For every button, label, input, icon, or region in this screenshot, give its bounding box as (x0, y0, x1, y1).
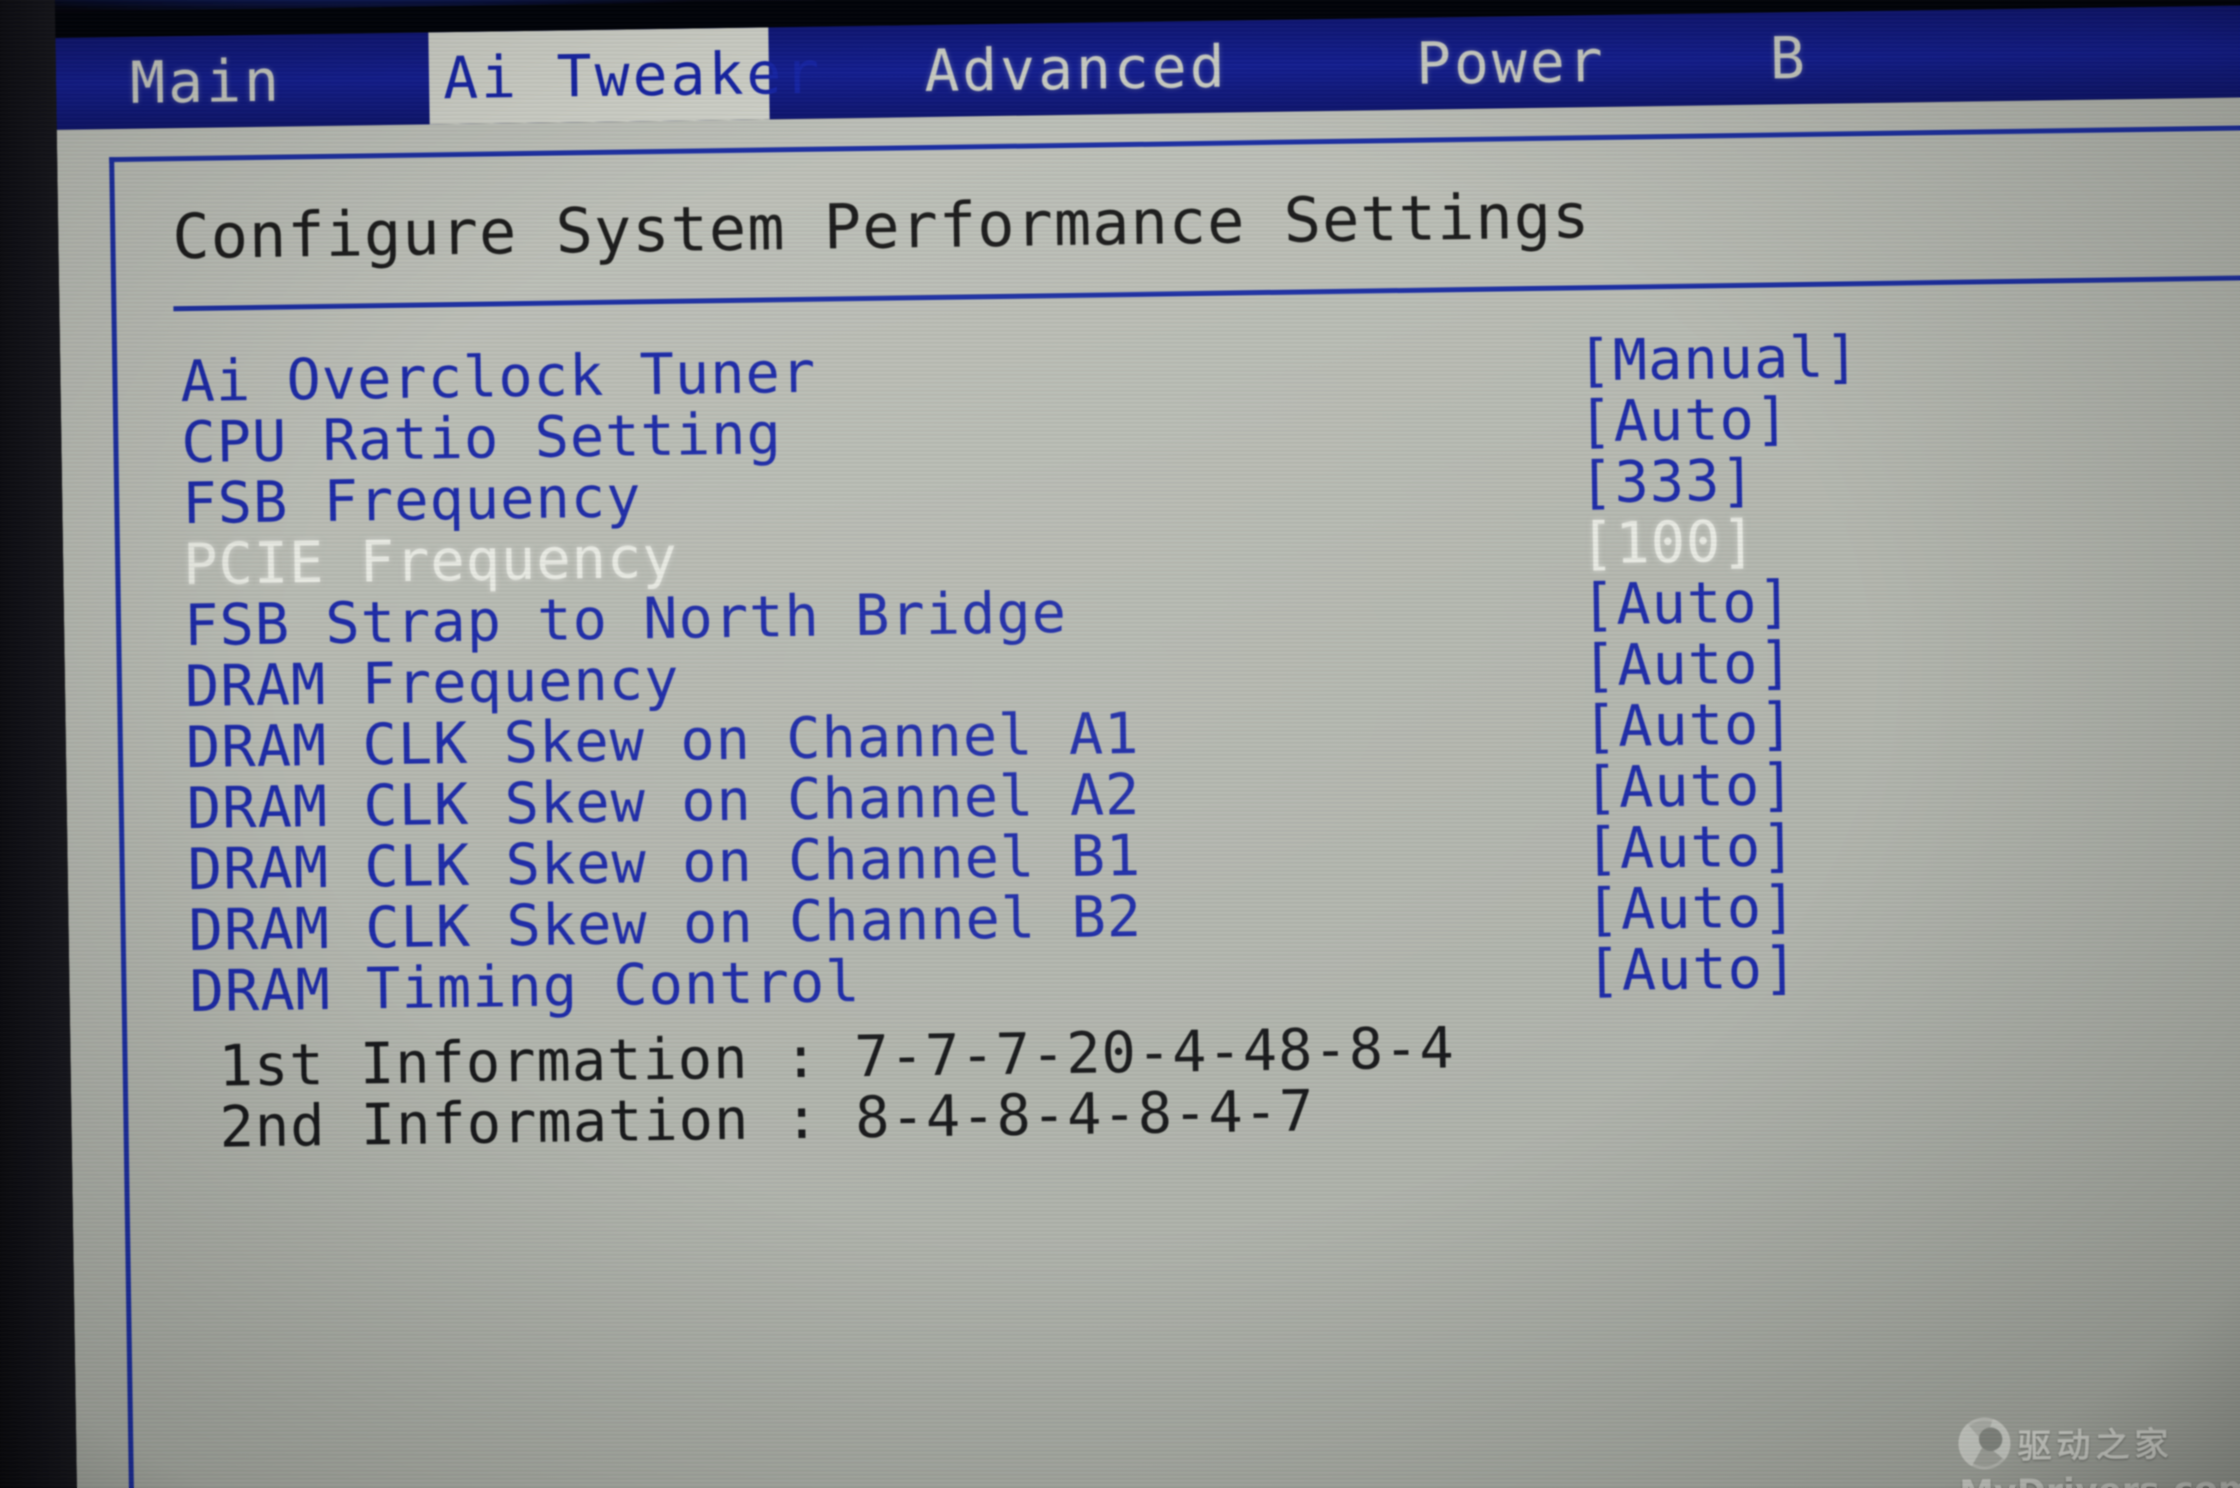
settings-list[interactable]: Ai Overclock Tuner [Manual] CPU Ratio Sett… (122, 321, 2240, 1488)
content-frame: Configure System Performance Settings Ai… (109, 124, 2240, 1488)
tab-advanced[interactable]: Advanced (875, 20, 1276, 118)
setting-value[interactable]: [100] (1580, 509, 1758, 578)
watermark: 驱动之家 MyDrivers.com (1958, 1411, 2240, 1488)
setting-label: FSB Frequency (181, 464, 642, 538)
setting-value[interactable]: [Auto] (1584, 813, 1797, 882)
tab-power[interactable]: Power (1345, 14, 1676, 111)
setting-value[interactable]: [Auto] (1583, 752, 1796, 821)
setting-value[interactable]: [Manual] (1577, 324, 1860, 394)
heading-divider (173, 275, 2240, 312)
bios-screenshot: BIOS SETUP UTILITY Main Ai Tweaker Advan… (0, 0, 2240, 1488)
watermark-cn-text: 驱动之家 (2017, 1424, 2174, 1467)
settings-panel: Configure System Performance Settings Ai… (119, 135, 2240, 1488)
setting-value[interactable]: [Auto] (1580, 569, 1793, 638)
setting-value[interactable]: [Auto] (1581, 630, 1794, 699)
tab-boot[interactable]: B (1755, 11, 1876, 105)
crt-glow (54, 0, 815, 12)
setting-label: PCIE Frequency (182, 524, 679, 599)
setting-label: CPU Ratio Setting (180, 401, 783, 477)
watermark-site: MyDrivers.com (1959, 1469, 2240, 1488)
setting-value[interactable]: [333] (1579, 448, 1757, 517)
page-body: Configure System Performance Settings Ai… (56, 96, 2240, 1488)
setting-value[interactable]: [Auto] (1586, 935, 1799, 1004)
setting-label: 2nd Information : 8-4-8-4-8-4-7 (219, 1078, 1315, 1161)
tab-main[interactable]: Main (55, 33, 356, 129)
tab-ai-tweaker[interactable]: Ai Tweaker (428, 27, 823, 125)
setting-value[interactable]: [Auto] (1582, 691, 1795, 760)
setting-value[interactable]: [Auto] (1585, 874, 1798, 943)
monitor-screen: BIOS SETUP UTILITY Main Ai Tweaker Advan… (0, 0, 2240, 1488)
setting-label: DRAM Frequency (184, 646, 680, 721)
page-title: Configure System Performance Settings (171, 179, 1591, 274)
setting-value[interactable]: [Auto] (1578, 386, 1791, 455)
mydrivers-logo-icon (1958, 1417, 2011, 1470)
setting-label: DRAM Timing Control (189, 949, 861, 1026)
